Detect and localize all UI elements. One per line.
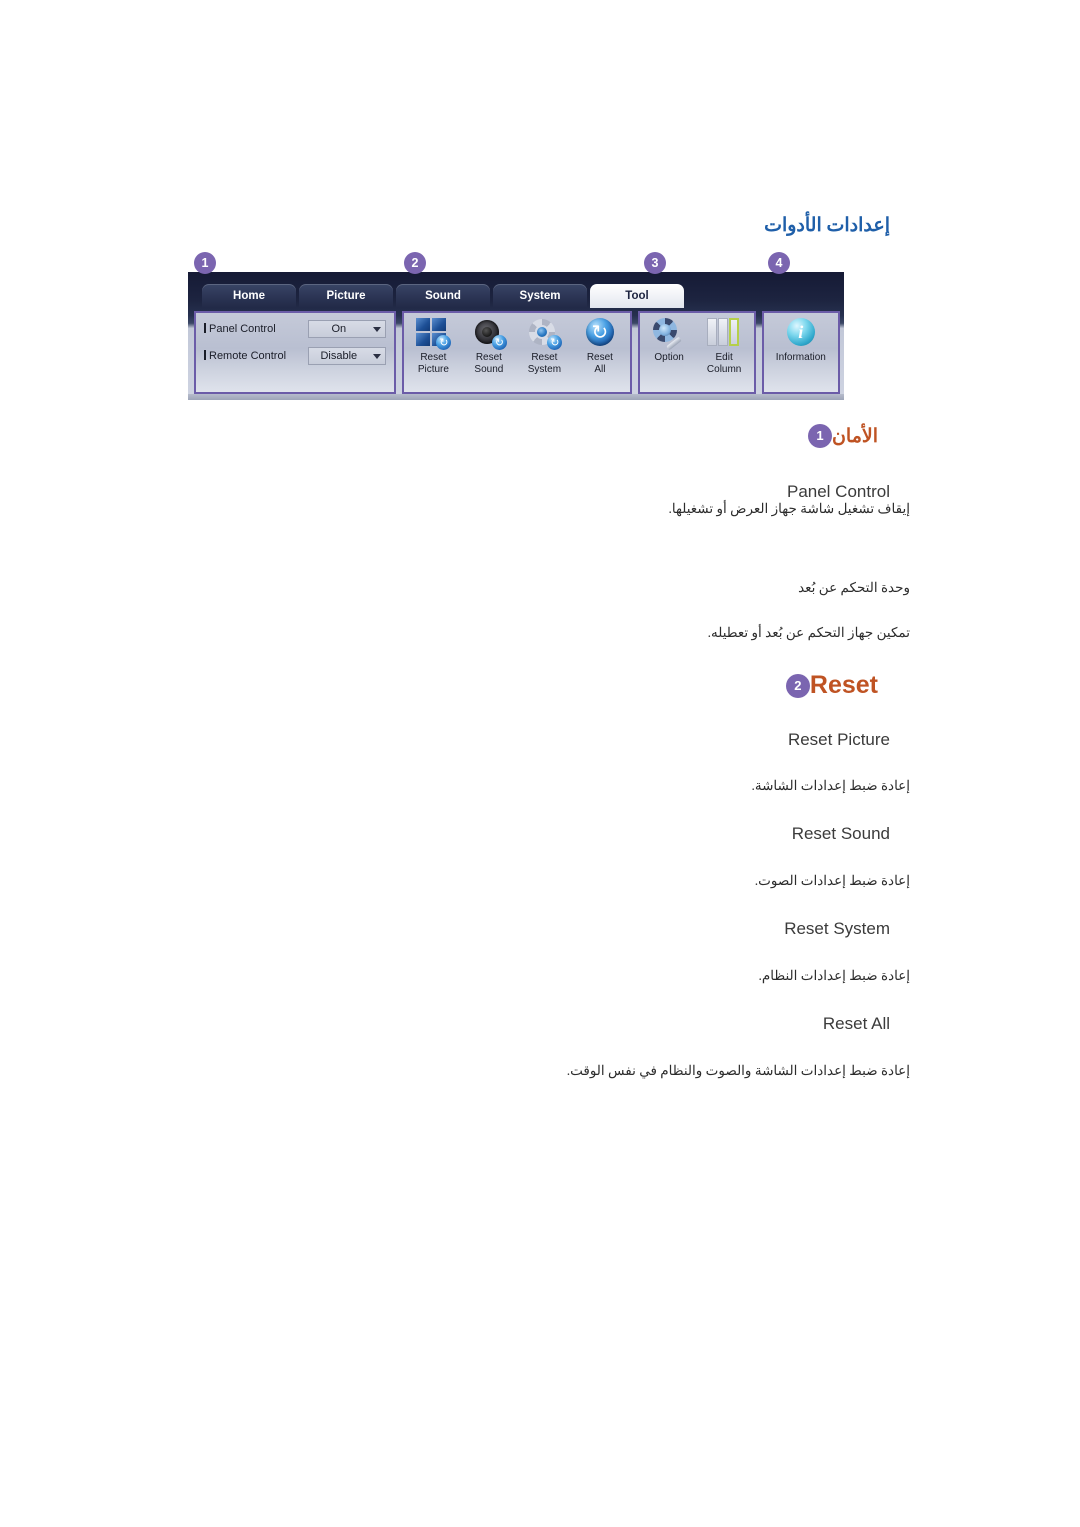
item-title-reset-sound: Reset Sound — [791, 824, 890, 843]
remote-control-value: Disable — [320, 350, 358, 362]
panel-control-value: On — [331, 323, 347, 335]
refresh-badge-icon — [547, 335, 563, 350]
tab-home[interactable]: Home — [202, 284, 296, 308]
callout-badge-1: 1 — [194, 252, 216, 274]
remote-control-label: Remote Control — [204, 350, 308, 362]
reset-all-label-1: Reset — [586, 352, 613, 363]
section-badge-1: 1 — [807, 424, 832, 448]
toolbar-groups: Panel Control On Remote Control Disable — [188, 308, 844, 400]
tab-sound[interactable]: Sound — [396, 284, 490, 308]
item-desc-panel-control: إيقاف تشغيل شاشة جهاز العرض أو تشغيلها. — [668, 501, 910, 516]
item-desc-reset-system: إعادة ضبط إعدادات النظام. — [758, 968, 910, 983]
item-desc-remote-control: تمكين جهاز التحكم عن بُعد أو تعطيله. — [707, 625, 910, 640]
refresh-badge-icon — [491, 335, 507, 350]
page-title: إعدادات الأدوات — [764, 215, 890, 236]
tab-tool[interactable]: Tool — [590, 284, 684, 308]
group-reset: Reset Picture Reset Sound Re — [401, 311, 632, 394]
item-desc-reset-picture: إعادة ضبط إعدادات الشاشة. — [751, 778, 910, 793]
item-title-reset-picture: Reset Picture — [787, 730, 890, 749]
reset-sound-label-1: Reset — [475, 352, 502, 363]
reset-system-label-1: Reset — [531, 352, 558, 363]
information-label-1: Information — [775, 352, 826, 363]
item-desc-remote-control-title: وحدة التحكم عن بُعد — [798, 580, 910, 595]
section-heading-reset-text: Reset — [809, 671, 878, 699]
tab-bar: Home Picture Sound System Tool — [188, 272, 844, 308]
edit-column-label-2: Column — [706, 363, 742, 375]
reset-picture-label-2: Picture — [417, 363, 449, 375]
edit-column-label-1: Edit — [715, 352, 733, 363]
item-title-reset-all: Reset All — [822, 1014, 890, 1033]
item-title-reset-system: Reset System — [784, 919, 890, 938]
section-heading-security: الأمان1 — [190, 424, 890, 448]
item-desc-reset-all: إعادة ضبط إعدادات الشاشة والصوت والنظام … — [566, 1063, 910, 1078]
section-heading-reset: Reset2 — [190, 671, 890, 700]
option-button[interactable]: Option — [642, 318, 697, 364]
callout-badge-2: 2 — [404, 252, 426, 274]
edit-column-icon — [707, 318, 741, 350]
tab-system[interactable]: System — [493, 284, 587, 308]
reset-sound-button[interactable]: Reset Sound — [461, 318, 517, 375]
group-information: Information — [761, 311, 840, 394]
group-security: Panel Control On Remote Control Disable — [194, 311, 396, 394]
reset-sound-label-2: Sound — [474, 363, 504, 375]
information-icon — [784, 318, 818, 350]
callout-badge-3: 3 — [644, 252, 666, 274]
reset-sound-icon — [472, 318, 507, 350]
reset-picture-label-1: Reset — [420, 352, 447, 363]
tool-menu-screenshot: Home Picture Sound System Tool 1 2 3 4 P… — [188, 252, 844, 400]
information-button[interactable]: Information — [773, 318, 829, 364]
section-heading-security-text: الأمان — [831, 425, 878, 447]
reset-all-label-2: All — [594, 363, 606, 375]
edit-column-button[interactable]: Edit Column — [697, 318, 752, 375]
reset-picture-icon — [416, 318, 452, 350]
panel-control-select[interactable]: On — [308, 320, 386, 338]
option-label-1: Option — [654, 352, 684, 363]
refresh-badge-icon — [436, 335, 452, 350]
chevron-down-icon — [372, 327, 381, 332]
reset-system-label-2: System — [527, 363, 562, 375]
panel-control-label: Panel Control — [204, 323, 308, 335]
section-badge-2: 2 — [785, 673, 810, 698]
chevron-down-icon — [372, 354, 381, 359]
remote-control-row: Remote Control Disable — [204, 347, 386, 365]
option-icon — [652, 318, 686, 351]
reset-system-icon — [527, 318, 563, 350]
group-option: Option Edit Column — [637, 311, 756, 394]
callout-badge-4: 4 — [768, 252, 790, 274]
remote-control-select[interactable]: Disable — [308, 347, 386, 365]
reset-all-button[interactable]: Reset All — [572, 318, 628, 375]
panel-control-row: Panel Control On — [204, 320, 386, 338]
reset-system-button[interactable]: Reset System — [517, 318, 573, 375]
toolbar-base-strip — [188, 394, 844, 400]
item-desc-reset-sound: إعادة ضبط إعدادات الصوت. — [754, 873, 910, 888]
tab-picture[interactable]: Picture — [299, 284, 393, 308]
reset-picture-button[interactable]: Reset Picture — [406, 318, 462, 375]
reset-all-icon — [583, 318, 617, 350]
